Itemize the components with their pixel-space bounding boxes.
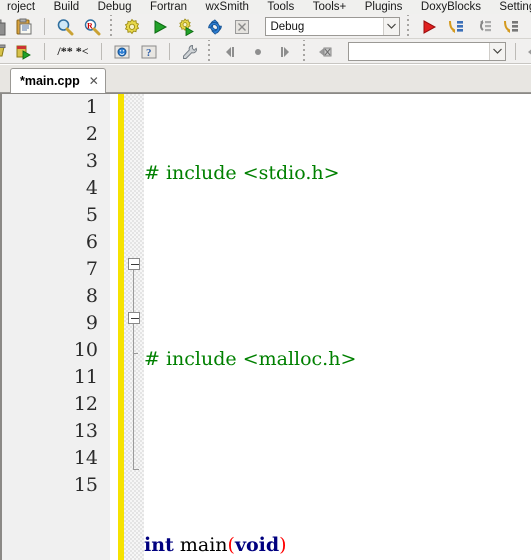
run-icon[interactable] bbox=[148, 15, 171, 38]
close-icon[interactable]: ✕ bbox=[89, 69, 99, 93]
search-input[interactable] bbox=[348, 42, 507, 61]
token-preprocessor: # include bbox=[144, 348, 243, 370]
step-out-icon[interactable] bbox=[500, 15, 523, 38]
token-paren-open: ( bbox=[227, 534, 235, 556]
goto-next-icon[interactable] bbox=[274, 40, 297, 63]
menu-item-doxyblocks[interactable]: DoxyBlocks bbox=[414, 0, 488, 14]
token-preprocessor: # include bbox=[144, 162, 243, 184]
fold-toggle-line-7[interactable] bbox=[128, 258, 140, 270]
line-number: 4 bbox=[85, 177, 98, 199]
abort-build-icon[interactable] bbox=[231, 15, 254, 38]
menu-item-debug[interactable]: Debug bbox=[91, 0, 139, 14]
toolbar-separator bbox=[43, 18, 45, 35]
menu-bar: roject Build Debug Fortran wxSmith Tools… bbox=[0, 0, 531, 14]
token-identifier-main: main bbox=[173, 534, 228, 556]
find-icon[interactable] bbox=[53, 15, 76, 38]
svg-text:R: R bbox=[87, 21, 93, 30]
doxyblocks-wizard-icon[interactable] bbox=[110, 40, 133, 63]
doxyblocks-comment-button[interactable]: /** *< bbox=[53, 40, 92, 63]
menu-item-wxsmith[interactable]: wxSmith bbox=[198, 0, 255, 14]
line-number: 6 bbox=[85, 231, 98, 253]
replace-icon[interactable]: R bbox=[81, 15, 104, 38]
build-target-value: Debug bbox=[270, 21, 305, 33]
tab-main-cpp[interactable]: *main.cpp ✕ bbox=[10, 68, 106, 93]
doxyblocks-help-icon[interactable]: ? bbox=[138, 40, 161, 63]
toolbar-separator bbox=[43, 43, 45, 60]
token-paren-close: ) bbox=[279, 534, 287, 556]
line-number: 15 bbox=[73, 474, 98, 496]
menu-item-fortran[interactable]: Fortran bbox=[143, 0, 194, 14]
doxyblocks-config-icon[interactable] bbox=[179, 40, 202, 63]
rebuild-icon[interactable] bbox=[203, 15, 226, 38]
debug-continue-icon[interactable] bbox=[417, 15, 440, 38]
token-keyword-void: void bbox=[234, 534, 280, 556]
menu-item-tools[interactable]: Tools bbox=[260, 0, 301, 14]
toolbar-grip[interactable] bbox=[108, 15, 117, 38]
build-target-combo[interactable]: Debug bbox=[265, 17, 401, 36]
search-toolbar-grip[interactable] bbox=[301, 40, 310, 63]
fold-guide-end bbox=[133, 469, 139, 470]
fold-guide-tick bbox=[133, 353, 138, 354]
toggle-bookmark-icon[interactable] bbox=[246, 40, 269, 63]
line-number: 14 bbox=[73, 447, 98, 469]
line-number: 8 bbox=[85, 285, 98, 307]
next-instruction-icon[interactable] bbox=[527, 15, 531, 38]
doxyblocks-run-icon[interactable] bbox=[12, 40, 35, 63]
goto-previous-icon[interactable] bbox=[219, 40, 242, 63]
doxyblocks-extract-icon[interactable] bbox=[0, 40, 8, 63]
doxyblocks-toolbar: /** *< ? bbox=[0, 39, 531, 64]
paste-icon[interactable] bbox=[12, 15, 35, 38]
line-number: 13 bbox=[73, 420, 98, 442]
menu-item-tools-plus[interactable]: Tools+ bbox=[306, 0, 354, 14]
line-number: 10 bbox=[73, 339, 98, 361]
menu-item-settings[interactable]: Setting bbox=[492, 0, 531, 14]
copy-icon[interactable] bbox=[0, 15, 8, 38]
token-include-path: <stdio.h> bbox=[242, 162, 340, 184]
line-number: 9 bbox=[85, 312, 98, 334]
tab-label: *main.cpp bbox=[20, 74, 80, 88]
main-toolbar: R Debug bbox=[0, 14, 531, 39]
code-line-1: # include <stdio.h> bbox=[144, 160, 531, 187]
line-number-gutter: 1 2 3 4 5 6 7 8 9 10 11 12 13 14 15 bbox=[2, 94, 104, 499]
editor-tab-strip: *main.cpp ✕ bbox=[0, 65, 531, 93]
toolbar-separator bbox=[514, 43, 516, 60]
line-number: 12 bbox=[73, 393, 98, 415]
debug-toolbar-grip[interactable] bbox=[404, 15, 413, 38]
line-number: 1 bbox=[85, 96, 98, 118]
menu-item-build[interactable]: Build bbox=[47, 0, 87, 14]
build-and-run-icon[interactable] bbox=[176, 15, 199, 38]
editor-margin: 1 2 3 4 5 6 7 8 9 10 11 12 13 14 15 bbox=[2, 94, 110, 560]
clear-bookmarks-icon[interactable] bbox=[314, 40, 337, 63]
svg-text:?: ? bbox=[146, 47, 152, 59]
line-number: 2 bbox=[85, 123, 98, 145]
fold-toggle-line-9[interactable] bbox=[128, 312, 140, 324]
menu-item-plugins[interactable]: Plugins bbox=[358, 0, 410, 14]
line-number: 3 bbox=[85, 150, 98, 172]
chevron-down-icon[interactable] bbox=[489, 43, 506, 60]
code-text-area[interactable]: # include <stdio.h> # include <malloc.h>… bbox=[144, 94, 531, 560]
token-include-path: <malloc.h> bbox=[242, 348, 357, 370]
step-into-icon[interactable] bbox=[445, 15, 468, 38]
token-keyword-int: int bbox=[144, 534, 174, 556]
navigate-back-icon[interactable] bbox=[524, 40, 531, 63]
step-over-icon[interactable] bbox=[472, 15, 495, 38]
fold-margin[interactable] bbox=[124, 94, 144, 560]
menu-item-project[interactable]: roject bbox=[0, 0, 42, 14]
code-line-3: # include <malloc.h> bbox=[144, 346, 531, 373]
line-number: 11 bbox=[73, 366, 98, 388]
build-icon[interactable] bbox=[121, 15, 144, 38]
line-number: 7 bbox=[85, 258, 98, 280]
code-line-5: int main(void) bbox=[144, 532, 531, 559]
fold-guide-line bbox=[133, 269, 134, 469]
toolbar-separator bbox=[100, 43, 102, 60]
code-editor[interactable]: 1 2 3 4 5 6 7 8 9 10 11 12 13 14 15 # in… bbox=[0, 93, 531, 560]
chevron-down-icon[interactable] bbox=[383, 18, 400, 35]
toolbar-separator bbox=[169, 43, 171, 60]
line-number: 5 bbox=[85, 204, 98, 226]
bookmarks-toolbar-grip[interactable] bbox=[206, 40, 215, 63]
